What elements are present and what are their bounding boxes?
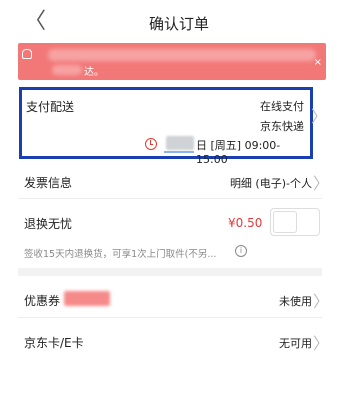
divider	[18, 317, 322, 318]
payment-method: 在线支付	[260, 100, 304, 113]
notice-text-redacted-2	[52, 65, 82, 75]
delivery-date-underline	[164, 151, 194, 153]
coupon-label: 优惠券	[24, 294, 61, 308]
delivery-date-redacted	[166, 136, 194, 150]
jd-card-label: 京东卡/E卡	[24, 336, 84, 350]
delivery-time: 日 [周五] 09:00-15:00	[196, 139, 281, 166]
coupon-redacted	[64, 291, 110, 306]
chevron-right-icon[interactable]: 〉	[311, 103, 327, 127]
shipping-method: 京东快递	[260, 120, 304, 133]
close-icon[interactable]: ×	[314, 57, 322, 68]
notice-text-tail: 达。	[84, 67, 104, 78]
payment-delivery-label: 支付配送	[26, 100, 75, 114]
return-service-price: ¥0.50	[228, 216, 263, 230]
jd-card-value[interactable]: 无可用	[279, 335, 312, 351]
info-icon[interactable]: i	[235, 245, 247, 257]
chevron-right-icon[interactable]: 〉	[313, 330, 329, 354]
toggle-knob	[273, 211, 297, 233]
chevron-right-icon[interactable]: 〉	[313, 170, 329, 194]
notice-text-redacted	[48, 49, 316, 61]
coupon-value[interactable]: 未使用	[279, 293, 312, 309]
invoice-label: 发票信息	[24, 176, 73, 190]
return-service-desc: 签收15天内退换货，可享1次上门取件(不另...	[24, 249, 217, 260]
clock-icon	[145, 138, 157, 150]
chevron-right-icon[interactable]: 〉	[313, 288, 329, 312]
section-divider	[18, 268, 322, 276]
page-title: 确认订单	[148, 15, 209, 33]
notice-banner[interactable]: 达。 ×	[18, 43, 326, 80]
payment-delivery-section[interactable]: 支付配送 在线支付 京东快递 日 [周五] 09:00-15:00	[19, 87, 313, 166]
invoice-value[interactable]: 明细 (电子)-个人	[230, 175, 312, 191]
return-service-label: 退换无忧	[24, 217, 73, 231]
return-service-toggle[interactable]	[270, 208, 320, 236]
bell-icon	[22, 49, 32, 59]
divider	[18, 198, 322, 199]
header: 〈 确认订单	[0, 0, 358, 44]
